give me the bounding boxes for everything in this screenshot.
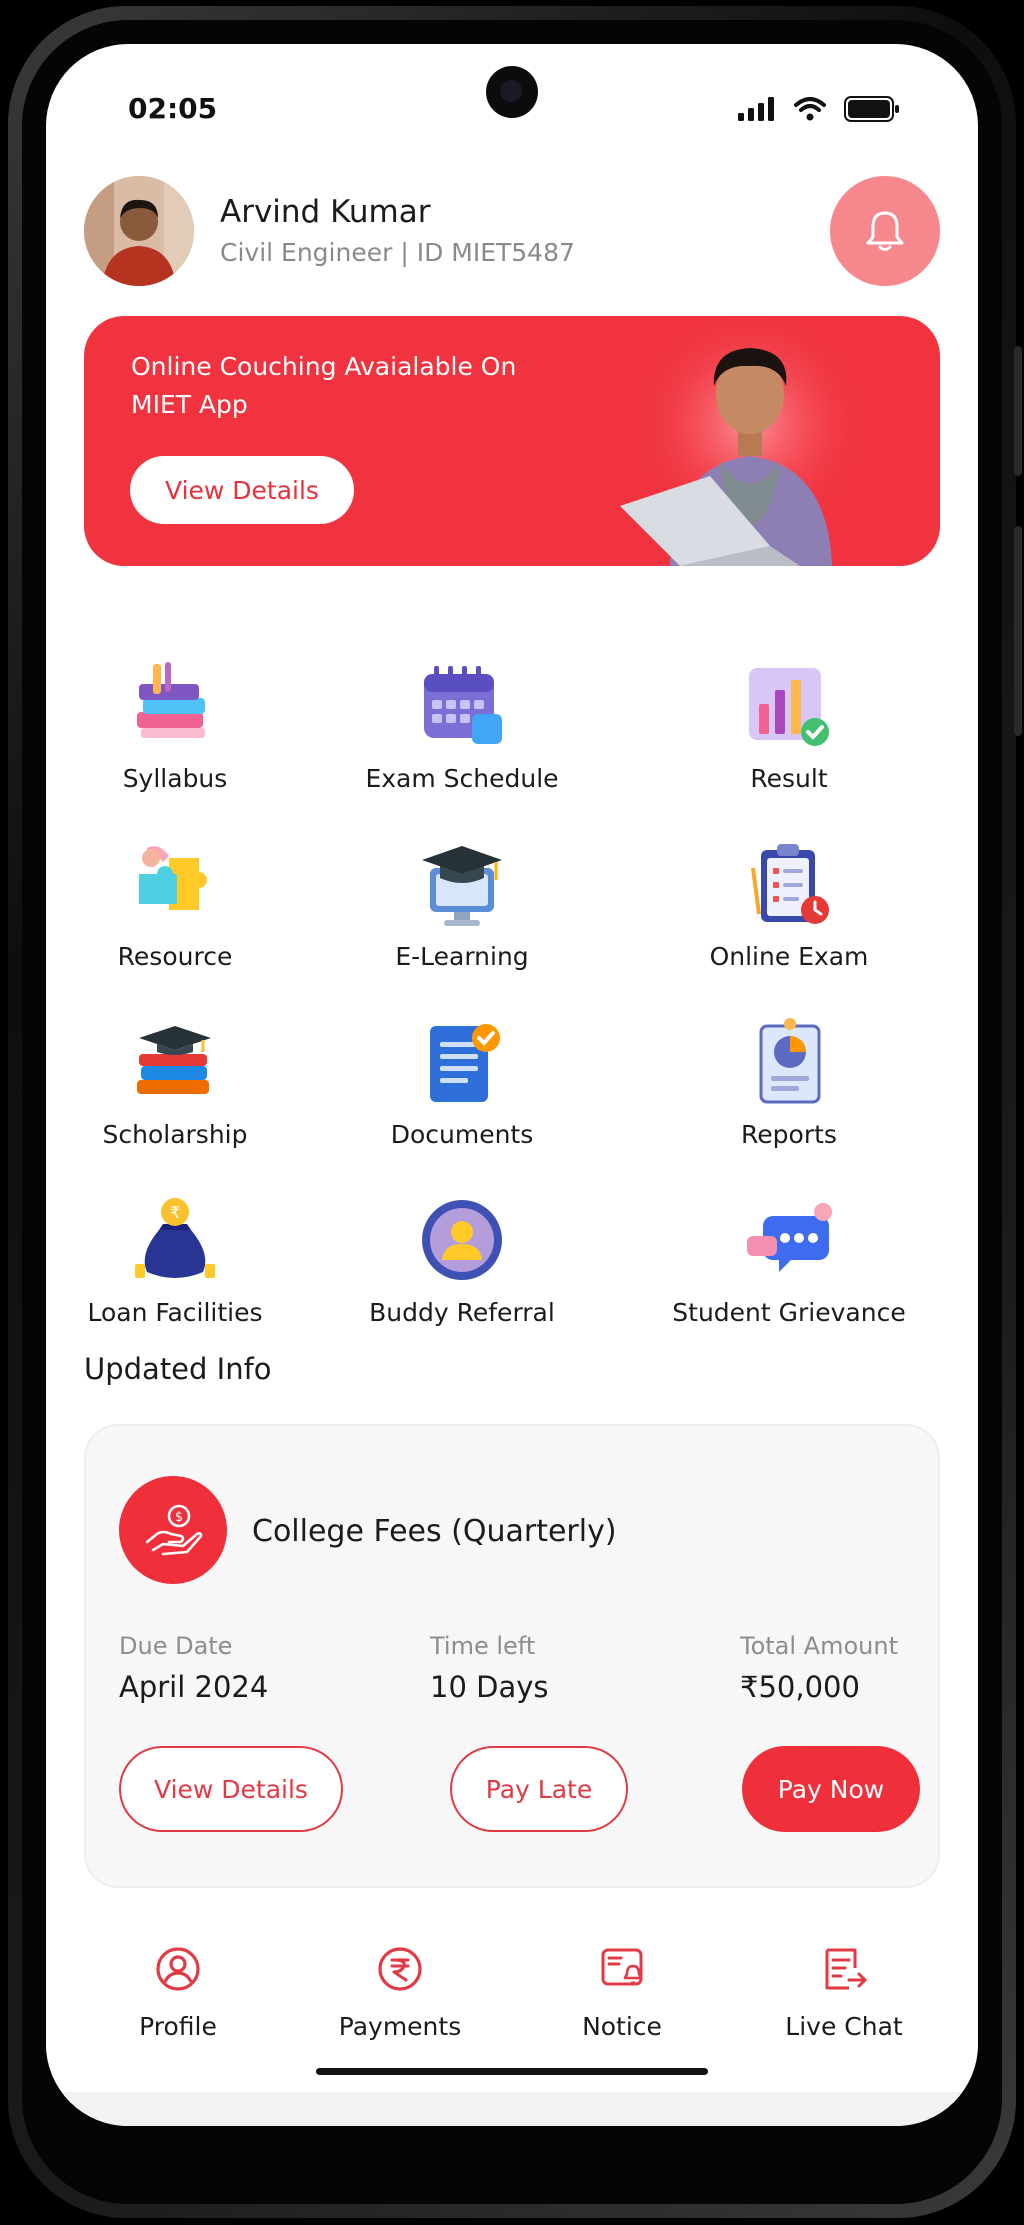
service-e-learning[interactable]: E-Learning bbox=[312, 838, 612, 988]
user-name: Arvind Kumar bbox=[220, 194, 431, 230]
service-reports[interactable]: Reports bbox=[639, 1016, 939, 1166]
document-check-icon bbox=[430, 1024, 500, 1102]
nav-profile[interactable]: Profile bbox=[78, 1944, 278, 2041]
nav-label: Live Chat bbox=[785, 2012, 903, 2041]
graduation-monitor-icon bbox=[422, 846, 502, 926]
nav-payments[interactable]: Payments bbox=[300, 1944, 500, 2041]
user-circle-icon bbox=[422, 1200, 502, 1280]
section-title-updated-info: Updated Info bbox=[84, 1352, 272, 1386]
service-online-exam[interactable]: Online Exam bbox=[639, 838, 939, 988]
notice-icon bbox=[601, 1948, 643, 1986]
service-exam-schedule[interactable]: Exam Schedule bbox=[312, 660, 612, 810]
service-label: Buddy Referral bbox=[369, 1298, 555, 1327]
service-label: Exam Schedule bbox=[365, 764, 559, 793]
signal-icon bbox=[738, 97, 774, 121]
fee-due-date-value: April 2024 bbox=[119, 1670, 269, 1704]
svg-text:$: $ bbox=[175, 1510, 183, 1525]
service-scholarship[interactable]: Scholarship bbox=[46, 1016, 325, 1166]
promo-banner: Online Couching Avaialable On MIET App V… bbox=[84, 316, 940, 566]
service-label: Documents bbox=[390, 1120, 534, 1149]
fee-total-value: ₹50,000 bbox=[740, 1670, 860, 1704]
nav-label: Profile bbox=[139, 2012, 217, 2041]
hand-coin-icon: $ bbox=[145, 1504, 203, 1556]
profile-header: Arvind Kumar Civil Engineer | ID MIET548… bbox=[84, 176, 940, 286]
calendar-icon bbox=[424, 666, 502, 744]
home-indicator[interactable] bbox=[316, 2068, 708, 2075]
service-label: Resource bbox=[117, 942, 233, 971]
status-time: 02:05 bbox=[128, 92, 218, 125]
fee-due-date-label: Due Date bbox=[119, 1632, 233, 1660]
nav-live-chat[interactable]: Live Chat bbox=[744, 1944, 944, 2041]
service-label: Student Grievance bbox=[672, 1298, 906, 1327]
nav-label: Payments bbox=[338, 2012, 462, 2041]
fee-time-left-value: 10 Days bbox=[430, 1670, 549, 1704]
fee-icon-badge: $ bbox=[119, 1476, 227, 1584]
app-screen: 02:05 Arvind Kumar Civil Engineer | ID M… bbox=[46, 44, 978, 2126]
front-camera bbox=[486, 66, 538, 118]
service-resource[interactable]: Resource bbox=[46, 838, 325, 988]
screen-bottom-edge bbox=[46, 2092, 978, 2126]
service-documents[interactable]: Documents bbox=[312, 1016, 612, 1166]
wifi-icon bbox=[794, 97, 826, 121]
money-bag-icon: ₹ bbox=[135, 1198, 215, 1278]
nav-notice[interactable]: Notice bbox=[522, 1944, 722, 2041]
volume-button bbox=[1014, 346, 1022, 476]
fee-due-date: Due Date April 2024 bbox=[119, 1632, 268, 1704]
puzzle-icon bbox=[139, 846, 207, 910]
user-subtitle: Civil Engineer | ID MIET5487 bbox=[220, 238, 575, 267]
chat-bubbles-icon bbox=[747, 1203, 832, 1272]
fee-title: College Fees (Quarterly) bbox=[252, 1514, 617, 1549]
service-result[interactable]: Result bbox=[639, 660, 939, 810]
fee-total-label: Total Amount bbox=[740, 1632, 898, 1660]
service-label: Online Exam bbox=[709, 942, 869, 971]
service-label: E-Learning bbox=[395, 942, 529, 971]
power-button bbox=[1014, 526, 1022, 736]
fee-total-amount: Total Amount ₹50,000 bbox=[740, 1632, 898, 1704]
banner-view-details-button[interactable]: View Details bbox=[130, 456, 354, 524]
service-label: Syllabus bbox=[122, 764, 228, 793]
status-icons bbox=[738, 96, 900, 122]
service-label: Loan Facilities bbox=[87, 1298, 263, 1327]
clipboard-clock-icon bbox=[751, 844, 829, 924]
fee-view-details-button[interactable]: View Details bbox=[119, 1746, 343, 1832]
pay-now-button[interactable]: Pay Now bbox=[742, 1746, 920, 1832]
bell-icon bbox=[866, 211, 904, 251]
bar-chart-icon bbox=[749, 668, 829, 746]
battery-icon bbox=[844, 96, 899, 122]
service-buddy-referral[interactable]: Buddy Referral bbox=[312, 1194, 612, 1344]
report-pie-icon bbox=[759, 1018, 821, 1104]
nav-label: Notice bbox=[582, 2012, 662, 2041]
svg-text:₹: ₹ bbox=[170, 1203, 180, 1222]
fee-time-left-label: Time left bbox=[430, 1632, 536, 1660]
service-student-grievance[interactable]: Student Grievance bbox=[639, 1194, 939, 1344]
fee-card: $ College Fees (Quarterly) Due Date Apri… bbox=[84, 1424, 940, 1888]
profile-icon bbox=[156, 1947, 200, 1991]
rupee-icon bbox=[378, 1947, 422, 1991]
fee-time-left: Time left 10 Days bbox=[430, 1632, 549, 1704]
service-label: Scholarship bbox=[102, 1120, 248, 1149]
student-laptop-illustration bbox=[620, 316, 870, 566]
service-loan-facilities[interactable]: ₹ Loan Facilities bbox=[46, 1194, 325, 1344]
pay-late-button[interactable]: Pay Late bbox=[450, 1746, 628, 1832]
cap-books-icon bbox=[137, 1026, 211, 1094]
service-label: Reports bbox=[741, 1120, 837, 1149]
banner-text: Online Couching Avaialable On MIET App bbox=[131, 352, 517, 419]
books-icon bbox=[137, 662, 205, 738]
service-syllabus[interactable]: Syllabus bbox=[46, 660, 325, 810]
service-label: Result bbox=[750, 764, 828, 793]
notification-button[interactable] bbox=[830, 176, 940, 286]
live-chat-icon bbox=[825, 1948, 867, 1990]
avatar[interactable] bbox=[84, 176, 194, 286]
